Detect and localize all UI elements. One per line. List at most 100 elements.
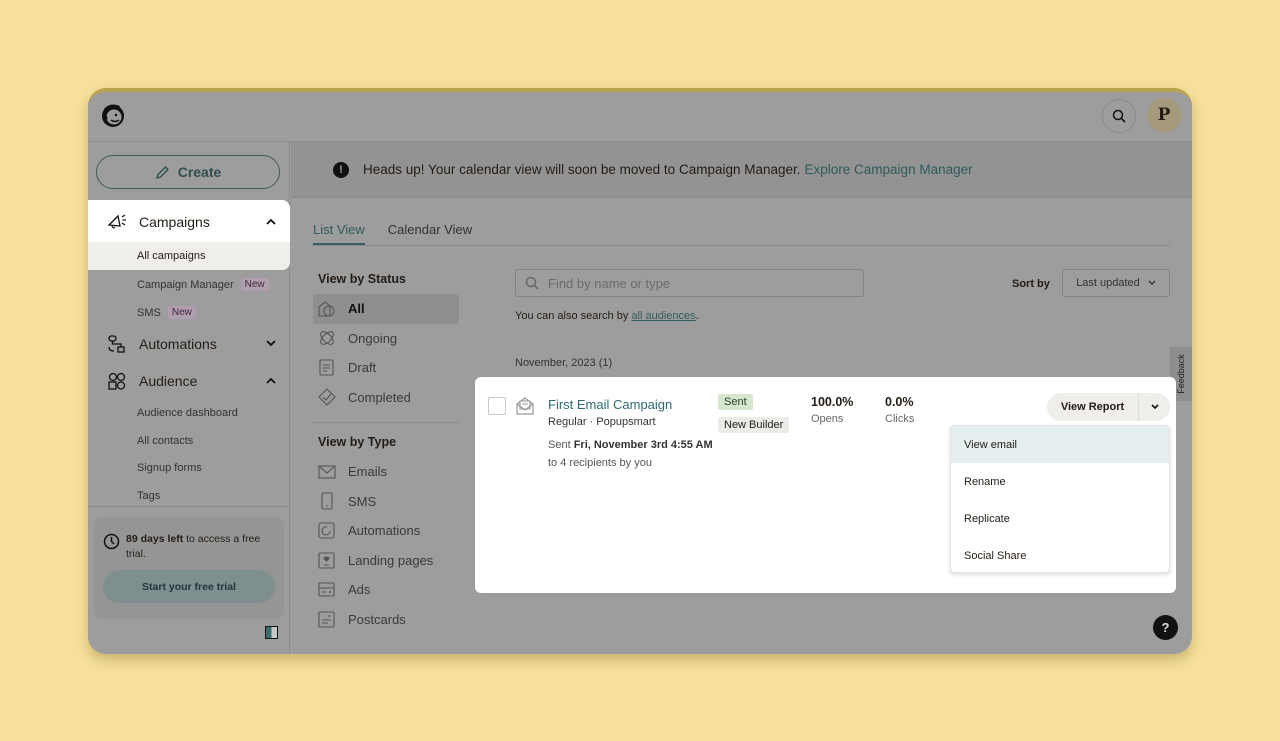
automations-icon (106, 333, 128, 355)
top-bar: P (88, 92, 1192, 142)
filter-status-all[interactable]: All (313, 294, 459, 324)
search-hint-suffix: . (695, 310, 699, 322)
menu-item-replicate[interactable]: Replicate (951, 500, 1169, 537)
megaphone-icon (106, 211, 128, 233)
nav-item-tags[interactable]: Tags (137, 490, 160, 502)
explore-campaign-manager-link[interactable]: Explore Campaign Manager (805, 162, 973, 177)
filter-type-emails[interactable]: Emails (313, 457, 459, 487)
info-banner: ! Heads up! Your calendar view will soon… (291, 142, 1192, 198)
nav-audience-toggle[interactable]: Audience (88, 361, 290, 401)
more-actions-dropdown[interactable] (1139, 393, 1170, 421)
email-icon (317, 462, 336, 481)
nav-automations-toggle[interactable]: Automations (88, 324, 290, 364)
chevron-down-icon (1148, 280, 1156, 286)
filter-type-landing-pages[interactable]: Landing pages (313, 546, 459, 576)
chevron-down-icon (1150, 404, 1159, 410)
ads-icon (317, 580, 336, 599)
sent-date: Fri, November 3rd 4:55 AM (573, 439, 713, 451)
mailchimp-logo-icon[interactable] (98, 100, 128, 130)
ongoing-icon (317, 329, 336, 348)
tab-calendar-view[interactable]: Calendar View (388, 222, 472, 245)
tab-list-view[interactable]: List View (313, 222, 365, 245)
nav-item-campaign-manager[interactable]: Campaign Manager New (137, 278, 269, 291)
campaign-select-checkbox[interactable] (488, 397, 506, 415)
app-window: P Create Campaigns All campaigns Campaig… (88, 88, 1192, 654)
global-search-button[interactable] (1102, 99, 1136, 133)
sidebar-collapse-icon[interactable] (265, 626, 278, 639)
month-group-label: November, 2023 (1) (515, 357, 613, 369)
actions-menu: View email Rename Replicate Social Share (950, 425, 1170, 573)
trial-text: 89 days left to access a free trial. (126, 532, 276, 562)
view-report-split-button: View Report (1047, 393, 1170, 421)
filter-status-completed[interactable]: Completed (313, 383, 459, 413)
campaign-meta: Regular · Popupsmart (548, 416, 656, 428)
sort-by-label: Sort by (1012, 278, 1050, 290)
new-badge: New (240, 278, 269, 291)
menu-item-rename[interactable]: Rename (951, 463, 1169, 500)
filter-type-postcards[interactable]: Postcards (313, 605, 459, 635)
feedback-label: Feedback (1176, 354, 1186, 394)
search-hint-text: You can also search by (515, 310, 632, 322)
clicks-stat: 0.0% Clicks (885, 395, 914, 425)
start-free-trial-button[interactable]: Start your free trial (103, 570, 275, 603)
nav-section-campaigns: Campaigns All campaigns (88, 200, 290, 270)
filter-type-sms[interactable]: SMS (313, 487, 459, 517)
trial-days-left: 89 days left (126, 533, 184, 545)
nav-item-label: SMS (137, 306, 161, 319)
chevron-up-icon (266, 376, 276, 387)
create-label: Create (177, 164, 222, 180)
clicks-value: 0.0% (885, 395, 914, 409)
view-report-button[interactable]: View Report (1047, 393, 1139, 421)
create-button[interactable]: Create (96, 155, 280, 189)
nav-item-sms[interactable]: SMS New (137, 306, 196, 319)
pencil-icon (155, 165, 169, 179)
chevron-up-icon (266, 217, 276, 228)
clock-icon (103, 533, 120, 555)
filter-label: All (348, 301, 365, 317)
trial-notice: 89 days left to access a free trial. Sta… (94, 517, 284, 619)
user-avatar[interactable]: P (1147, 98, 1181, 132)
nav-item-all-campaigns[interactable]: All campaigns (88, 242, 290, 270)
view-by-status-heading: View by Status (318, 272, 406, 286)
filter-label: Ads (348, 582, 371, 598)
filter-status-ongoing[interactable]: Ongoing (313, 324, 459, 354)
menu-item-social-share[interactable]: Social Share (951, 537, 1169, 572)
landing-page-icon (317, 551, 336, 570)
nav-campaigns-toggle[interactable]: Campaigns (88, 202, 290, 242)
email-campaign-icon (515, 396, 535, 421)
nav-item-signup-forms[interactable]: Signup forms (137, 462, 202, 474)
campaign-search-input[interactable] (548, 275, 848, 291)
campaign-title-link[interactable]: First Email Campaign (548, 397, 672, 412)
all-audiences-link[interactable]: all audiences (631, 310, 695, 322)
sidebar-divider (88, 506, 289, 507)
exclamation-icon: ! (333, 161, 349, 178)
banner-text: Heads up! Your calendar view will soon b… (363, 162, 801, 177)
sort-selected-value: Last updated (1076, 277, 1140, 289)
campaign-sent-date: Sent Fri, November 3rd 4:55 AM (548, 439, 713, 451)
draft-icon (317, 358, 336, 377)
sidebar: Create Campaigns All campaigns Campaign … (88, 142, 290, 654)
filter-type-automations[interactable]: Automations (313, 516, 459, 546)
filter-label: SMS (348, 493, 377, 509)
menu-item-view-email[interactable]: View email (951, 426, 1169, 463)
filter-type-ads[interactable]: Ads (313, 575, 459, 605)
chevron-down-icon (266, 339, 276, 350)
filter-label: Postcards (348, 611, 406, 627)
filter-panel: View by Status All Ongoing Draft Complet… (313, 272, 459, 634)
nav-item-all-contacts[interactable]: All contacts (137, 435, 193, 447)
postcard-icon (317, 610, 336, 629)
automation-icon (317, 521, 336, 540)
view-tabs: List View Calendar View (313, 222, 1170, 246)
filter-label: Completed (348, 389, 411, 405)
all-campaigns-icon (317, 299, 336, 318)
status-badge: Sent (718, 394, 753, 410)
campaign-row: First Email Campaign Regular · Popupsmar… (475, 377, 1176, 593)
clicks-label: Clicks (885, 413, 915, 425)
filter-label: Draft (348, 360, 377, 376)
help-button[interactable]: ? (1153, 615, 1178, 640)
builder-badge: New Builder (718, 417, 790, 433)
filter-label: Automations (348, 523, 421, 539)
filter-status-draft[interactable]: Draft (313, 353, 459, 383)
sort-by-select[interactable]: Last updated (1062, 269, 1170, 297)
nav-item-audience-dashboard[interactable]: Audience dashboard (137, 407, 238, 419)
